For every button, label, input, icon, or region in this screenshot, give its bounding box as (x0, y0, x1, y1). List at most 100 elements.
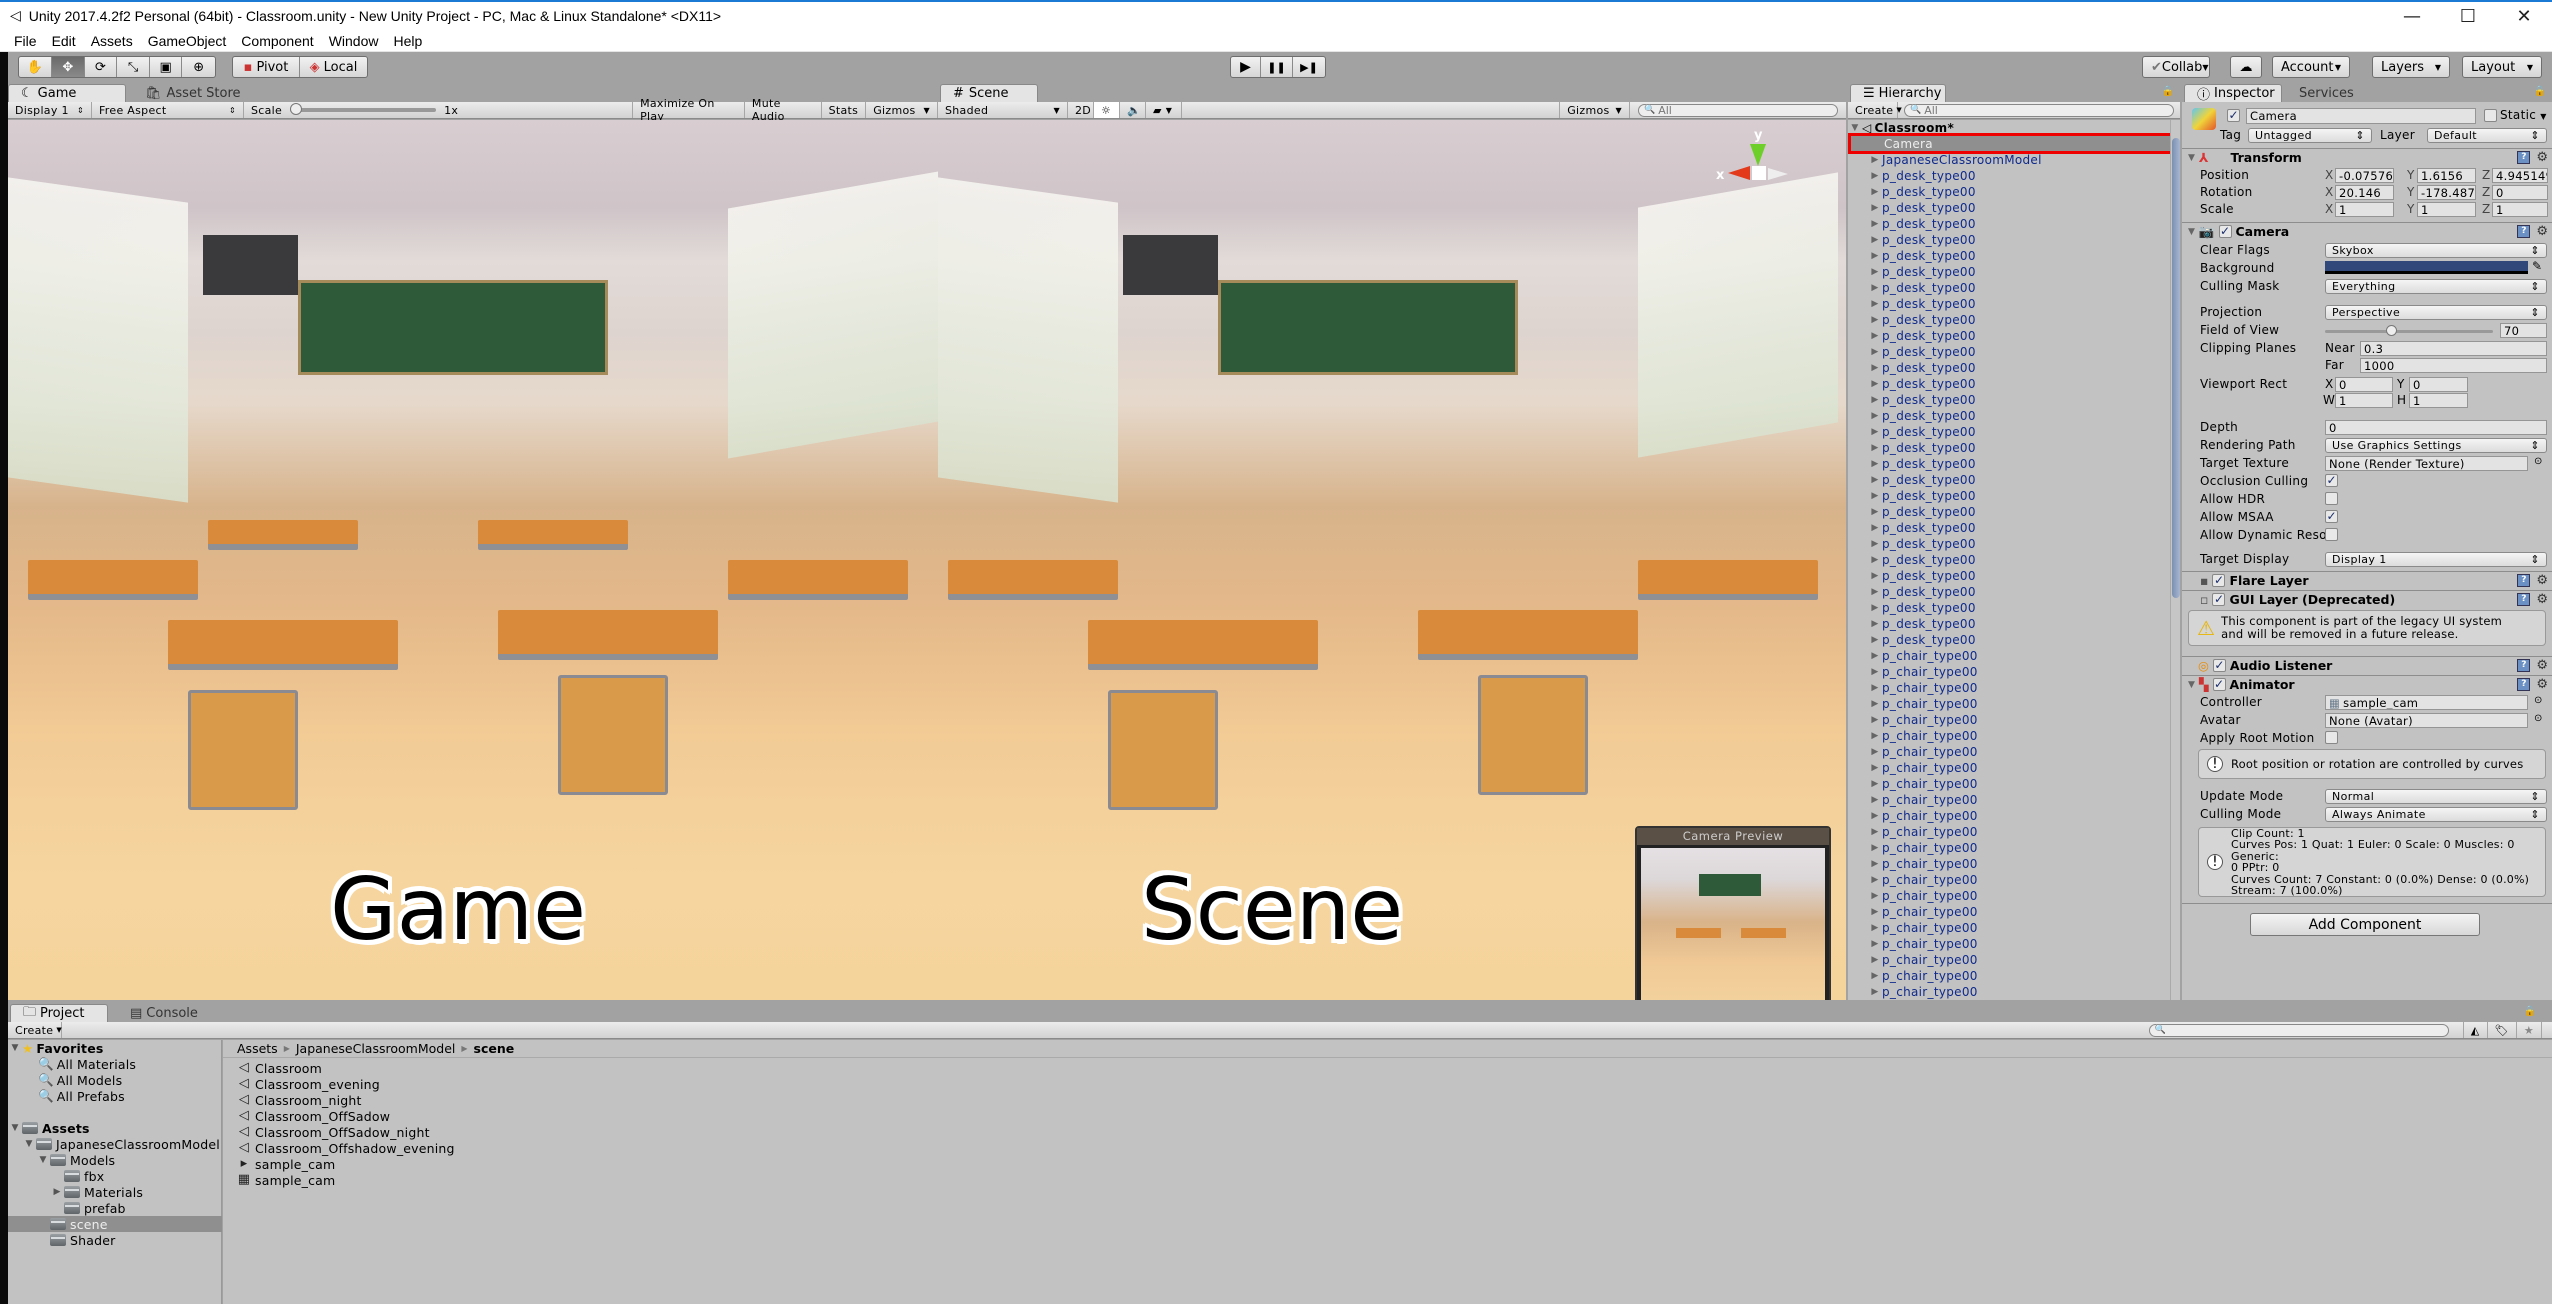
near-clip-field[interactable]: 0.3 (2360, 341, 2547, 356)
hierarchy-item-desk[interactable]: ▶ p_desk_type00 (1848, 632, 1976, 648)
z-axis-handle[interactable] (1768, 168, 1788, 180)
gui-layer-header[interactable]: ▫ ✓ GUI Layer (Deprecated) ? ⚙ (2182, 590, 2552, 608)
expand-arrow-icon[interactable]: ▶ (1868, 187, 1882, 197)
hand-tool-icon[interactable]: ✋ (19, 57, 52, 77)
project-file-item[interactable]: ◁ Classroom_evening (237, 1076, 380, 1092)
project-file-item[interactable]: ◁ Classroom (237, 1060, 322, 1076)
scene-viewport[interactable]: y x Camera Preview Scene (938, 120, 1846, 1000)
hierarchy-item-chair[interactable]: ▶ p_chair_type00 (1848, 840, 1978, 856)
expand-arrow-icon[interactable]: ▶ (1868, 811, 1882, 821)
gizmo-center-cube[interactable] (1752, 166, 1766, 180)
expand-arrow-icon[interactable]: ▶ (1868, 795, 1882, 805)
expand-arrow-icon[interactable]: ▶ (1868, 555, 1882, 565)
target-display-dropdown[interactable]: Display 1 ⇕ (2325, 552, 2547, 567)
hierarchy-item[interactable]: ▶ JapaneseClassroomModel (1848, 152, 2042, 168)
expand-arrow-icon[interactable]: ▶ (1868, 635, 1882, 645)
folder-scene-selected[interactable]: scene (8, 1216, 222, 1232)
allow-hdr-checkbox[interactable] (2325, 492, 2338, 505)
hierarchy-scrollbar[interactable] (2170, 120, 2180, 1000)
hierarchy-item-desk[interactable]: ▶ p_desk_type00 (1848, 232, 1976, 248)
expand-arrow-icon[interactable]: ▼ (2188, 680, 2195, 690)
hierarchy-item-chair[interactable]: ▶ p_chair_type00 (1848, 776, 1978, 792)
tab-hierarchy[interactable]: ☰ Hierarchy (1850, 84, 1946, 102)
avatar-field[interactable]: None (Avatar) (2325, 713, 2528, 728)
scene-search-input[interactable]: 🔍 All (1638, 103, 1838, 117)
hierarchy-item-desk[interactable]: ▶ p_desk_type00 (1848, 296, 1976, 312)
filter-by-label-button[interactable]: 🏷 (2488, 1022, 2517, 1038)
project-file-item[interactable]: ◁ Classroom_OffSadow_night (237, 1124, 430, 1140)
hierarchy-item-desk[interactable]: ▶ p_desk_type00 (1848, 168, 1976, 184)
expand-arrow-icon[interactable]: ▶ (1868, 203, 1882, 213)
favorite-item[interactable]: 🔍 All Materials (38, 1056, 136, 1072)
scale-x-field[interactable]: 1 (2335, 202, 2394, 217)
folder-models[interactable]: ▼ Models (36, 1152, 115, 1168)
scene-gizmos-dropdown[interactable]: Gizmos ▼ (1559, 102, 1630, 118)
expand-arrow-icon[interactable]: ▶ (1868, 171, 1882, 181)
hierarchy-item-chair[interactable]: ▶ p_chair_type00 (1848, 968, 1978, 984)
clear-flags-dropdown[interactable]: Skybox ⇕ (2325, 243, 2547, 258)
audio-toggle[interactable]: 🔈 (1120, 102, 1146, 118)
folder-fbx[interactable]: fbx (64, 1168, 104, 1184)
lock-icon[interactable]: 🔒 (2162, 86, 2174, 97)
rect-tool-icon[interactable]: ▣ (150, 57, 183, 77)
expand-arrow-icon[interactable]: ▶ (1868, 379, 1882, 389)
expand-arrow-icon[interactable]: ▼ (2188, 227, 2195, 237)
fov-slider[interactable] (2325, 325, 2493, 336)
object-picker-icon[interactable]: ⊙ (2534, 695, 2542, 706)
expand-arrow-icon[interactable]: ▶ (1868, 843, 1882, 853)
hierarchy-item-desk[interactable]: ▶ p_desk_type00 (1848, 408, 1976, 424)
hierarchy-item-chair[interactable]: ▶ p_chair_type00 (1848, 744, 1978, 760)
tab-inspector[interactable]: ⓘ Inspector (2184, 84, 2282, 103)
hierarchy-item-desk[interactable]: ▶ p_desk_type00 (1848, 488, 1976, 504)
hierarchy-item-desk[interactable]: ▶ p_desk_type00 (1848, 344, 1976, 360)
menu-edit[interactable]: Edit (52, 33, 76, 49)
gear-icon[interactable]: ⚙ (2536, 658, 2548, 673)
hierarchy-item-chair[interactable]: ▶ p_chair_type00 (1848, 648, 1978, 664)
expand-arrow-icon[interactable]: ▶ (1868, 459, 1882, 469)
expand-arrow-icon[interactable]: ▶ (1868, 299, 1882, 309)
culling-mask-dropdown[interactable]: Everything ⇕ (2325, 279, 2547, 294)
tab-game[interactable]: ☾ Game (8, 84, 126, 102)
gear-icon[interactable]: ⚙ (2536, 592, 2548, 607)
far-clip-field[interactable]: 1000 (2360, 358, 2547, 373)
hierarchy-item-chair[interactable]: ▶ p_chair_type00 (1848, 728, 1978, 744)
expand-arrow-icon[interactable]: ▶ (1868, 891, 1882, 901)
depth-field[interactable]: 0 (2325, 420, 2547, 435)
effects-dropdown[interactable]: ▰ ▼ (1146, 102, 1182, 118)
expand-arrow-icon[interactable]: ▶ (1868, 155, 1882, 165)
tab-project[interactable]: 🗀 Project (10, 1004, 108, 1022)
layer-dropdown[interactable]: Default ⇕ (2427, 128, 2547, 143)
position-x-field[interactable]: -0.07576 (2335, 168, 2394, 183)
culling-mode-dropdown[interactable]: Always Animate ⇕ (2325, 807, 2547, 822)
scale-slider[interactable] (290, 103, 437, 115)
expand-arrow-icon[interactable]: ▶ (1868, 699, 1882, 709)
project-file-item[interactable]: ▸ sample_cam (237, 1156, 336, 1172)
hierarchy-item-desk[interactable]: ▶ p_desk_type00 (1848, 600, 1976, 616)
hierarchy-item-desk[interactable]: ▶ p_desk_type00 (1848, 392, 1976, 408)
expand-arrow-icon[interactable]: ▶ (1868, 859, 1882, 869)
expand-arrow-icon[interactable]: ▶ (1868, 619, 1882, 629)
animator-header[interactable]: ▼ ▚ ✓ Animator ? ⚙ (2182, 675, 2552, 693)
hierarchy-item-desk[interactable]: ▶ p_desk_type00 (1848, 280, 1976, 296)
expand-arrow-icon[interactable]: ▼ (36, 1155, 50, 1165)
expand-arrow-icon[interactable]: ▶ (1868, 395, 1882, 405)
expand-arrow-icon[interactable]: ▶ (1868, 939, 1882, 949)
gear-icon[interactable]: ⚙ (2536, 573, 2548, 588)
rendering-path-dropdown[interactable]: Use Graphics Settings ⇕ (2325, 438, 2547, 453)
camera-header[interactable]: ▼ 📷 ✓ Camera ? ⚙ (2182, 222, 2552, 240)
menu-help[interactable]: Help (393, 33, 422, 49)
hierarchy-item-chair[interactable]: ▶ p_chair_type00 (1848, 856, 1978, 872)
scale-z-field[interactable]: 1 (2492, 202, 2548, 217)
transform-header[interactable]: ▼ ⅄ Transform ? ⚙ (2182, 148, 2552, 166)
hierarchy-item-desk[interactable]: ▶ p_desk_type00 (1848, 520, 1976, 536)
transform-tool-icon[interactable]: ⊕ (182, 57, 215, 77)
stats-toggle[interactable]: Stats (822, 102, 867, 118)
hierarchy-item-chair[interactable]: ▶ p_chair_type00 (1848, 984, 1978, 1000)
expand-arrow-icon[interactable]: ▼ (2188, 153, 2195, 163)
position-z-field[interactable]: 4.945149 (2492, 168, 2548, 183)
project-create-dropdown[interactable]: Create ▼ (8, 1022, 62, 1038)
local-toggle[interactable]: ◈ Local (300, 57, 367, 77)
viewport-y-field[interactable]: 0 (2409, 377, 2468, 392)
gear-icon[interactable]: ⚙ (2536, 677, 2548, 692)
lock-icon[interactable]: 🔒 (2524, 1006, 2536, 1017)
